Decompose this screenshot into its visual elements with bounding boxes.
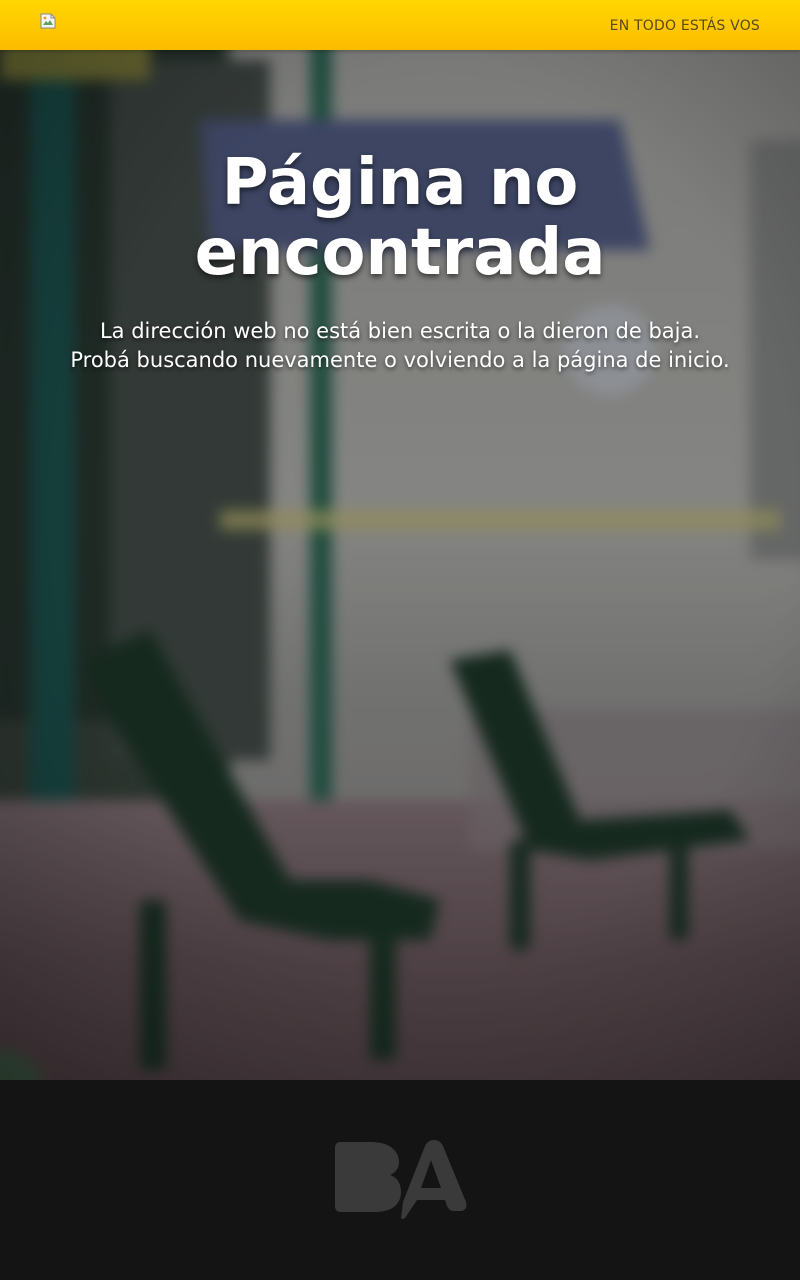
page-title: Página no encontrada [0,148,800,288]
error-message-line-2: Probá buscando nuevamente o volviendo a … [70,348,730,372]
top-bar: EN TODO ESTÁS VOS [0,0,800,50]
error-message: La dirección web no está bien escrita o … [0,317,800,375]
error-message-line-1: La dirección web no está bien escrita o … [99,319,701,343]
footer [0,1080,800,1280]
tagline-link[interactable]: EN TODO ESTÁS VOS [610,17,760,35]
ba-logo-icon[interactable] [333,1140,468,1220]
hero-section: Página no encontrada La dirección web no… [0,50,800,1080]
page-title-line-1: Página no [221,146,579,220]
page-title-line-2: encontrada [194,216,606,290]
broken-image-icon[interactable] [40,13,56,29]
